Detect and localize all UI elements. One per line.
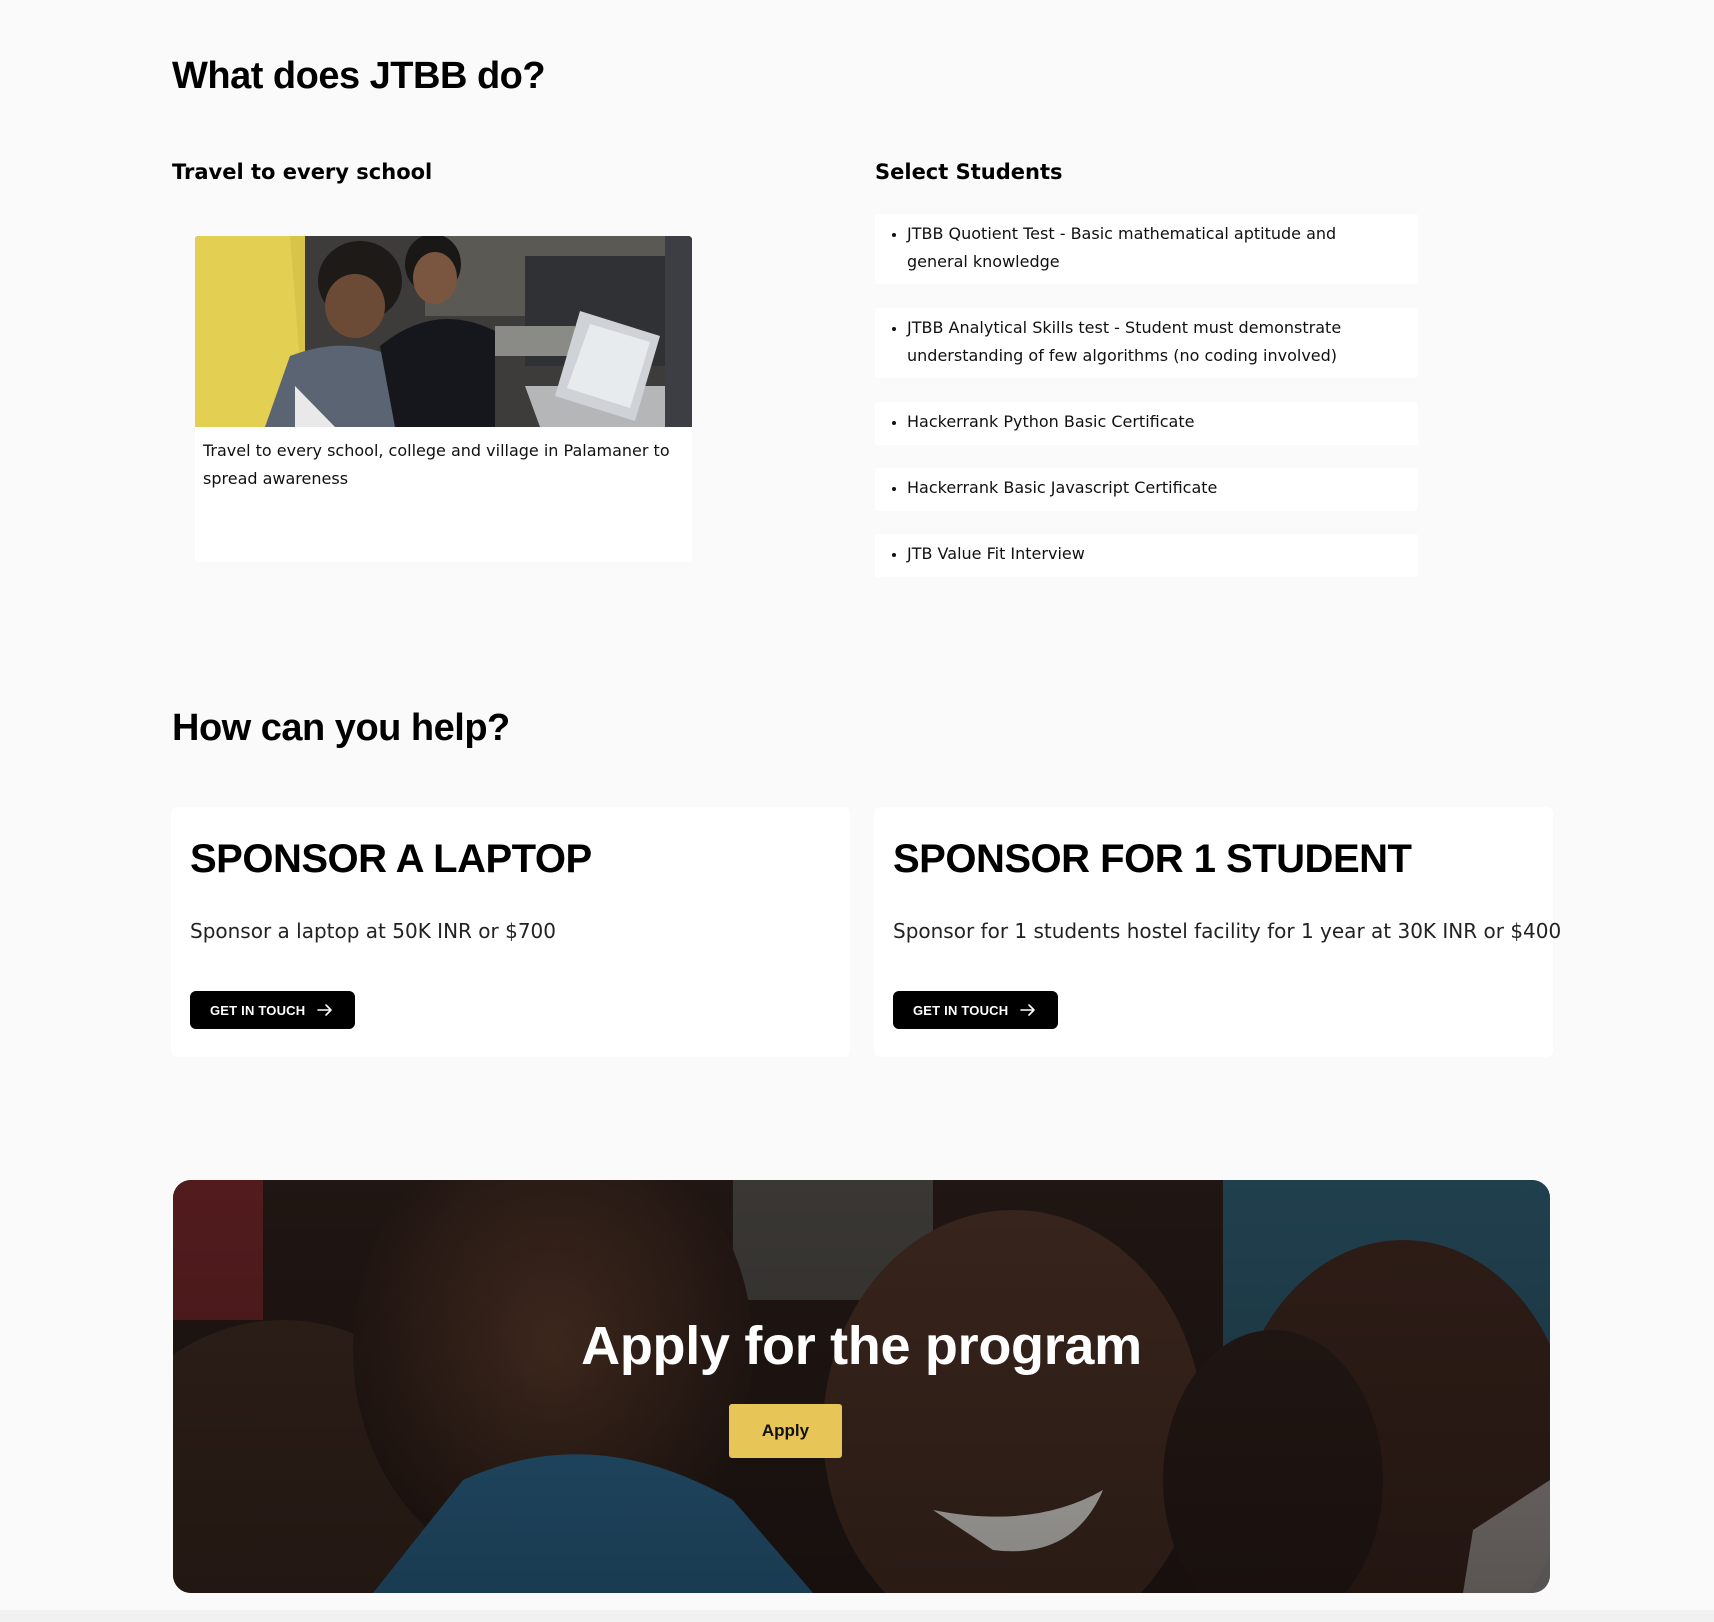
travel-subheading: Travel to every school (172, 160, 433, 184)
apply-button[interactable]: Apply (729, 1404, 842, 1458)
list-item: Hackerrank Basic Javascript Certificate (875, 468, 1418, 511)
arrow-right-icon (317, 1004, 333, 1016)
select-subheading: Select Students (875, 160, 1063, 184)
travel-caption: Travel to every school, college and vill… (203, 441, 670, 488)
apply-background-photo (173, 1180, 1550, 1593)
list-item: JTBB Quotient Test - Basic mathematical … (875, 214, 1418, 284)
get-in-touch-label: GET IN TOUCH (913, 1002, 1009, 1018)
get-in-touch-button[interactable]: GET IN TOUCH (893, 991, 1059, 1029)
apply-banner: Apply for the program Apply (173, 1180, 1550, 1593)
sponsor-student-title: SPONSOR FOR 1 STUDENT (893, 837, 1412, 881)
apply-title: Apply for the program (581, 1316, 1142, 1376)
help-heading: How can you help? (172, 707, 510, 749)
sponsor-laptop-card: SPONSOR A LAPTOP Sponsor a laptop at 50K… (171, 807, 850, 1057)
what-heading: What does JTBB do? (172, 55, 546, 97)
sponsor-student-description: Sponsor for 1 students hostel facility f… (893, 919, 1562, 943)
arrow-right-icon (1020, 1004, 1036, 1016)
get-in-touch-label: GET IN TOUCH (210, 1002, 306, 1018)
travel-card: Travel to every school, college and vill… (195, 236, 692, 562)
list-item: JTB Value Fit Interview (875, 534, 1418, 577)
sponsor-laptop-title: SPONSOR A LAPTOP (190, 837, 592, 881)
list-item: Hackerrank Python Basic Certificate (875, 402, 1418, 445)
get-in-touch-button[interactable]: GET IN TOUCH (190, 991, 356, 1029)
sponsor-laptop-description: Sponsor a laptop at 50K INR or $700 (190, 919, 556, 943)
sponsor-student-card: SPONSOR FOR 1 STUDENT Sponsor for 1 stud… (874, 807, 1561, 1057)
list-item: JTBB Analytical Skills test - Student mu… (875, 308, 1418, 378)
footer-divider (0, 1610, 1714, 1622)
travel-photo (195, 236, 692, 427)
